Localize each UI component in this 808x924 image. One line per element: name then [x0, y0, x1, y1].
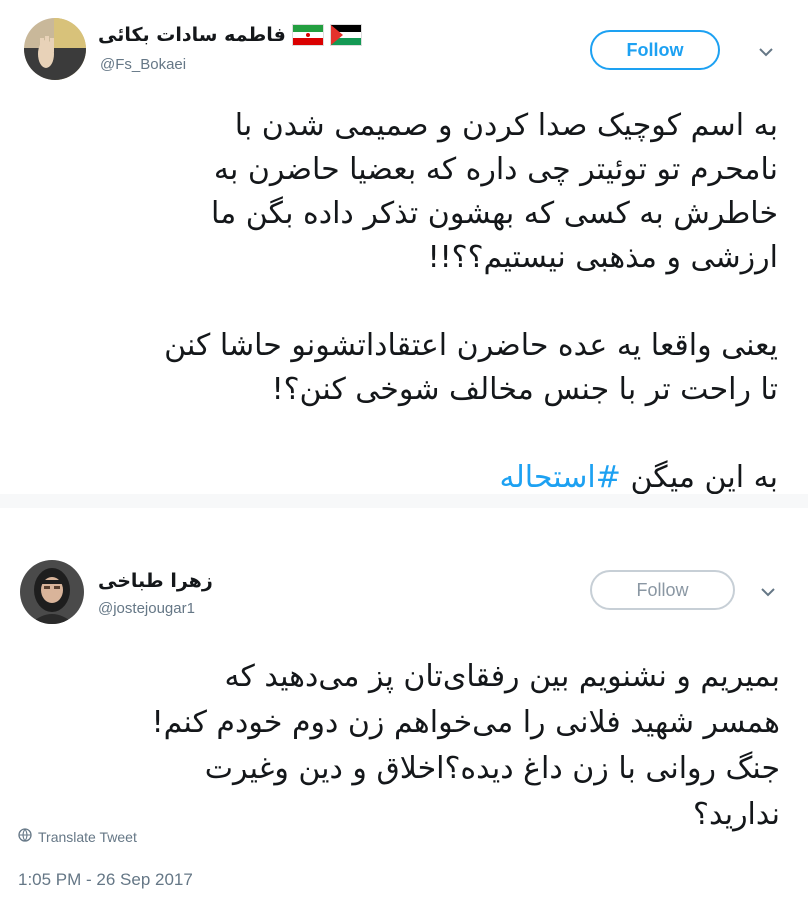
avatar[interactable]: [20, 560, 84, 624]
hashtag-link[interactable]: #استحاله: [500, 460, 621, 495]
tweet-card-1: فاطمه سادات بکائی @Fs_Bokaei Follow به ا…: [0, 0, 808, 496]
author-row: فاطمه سادات بکائی: [98, 24, 362, 46]
tweet-card-2: زهرا طباخی @jostejougar1 Follow بمیریم و…: [0, 508, 808, 924]
text-line: خاطرش به کسی که بهشون تذکر داده بگن ما: [210, 196, 778, 231]
text-line: جنگ روانی با زن داغ دیده؟اخلاق و دین وغی…: [204, 751, 780, 786]
tweet-timestamp[interactable]: 1:05 PM - 26 Sep 2017: [18, 870, 193, 890]
text-prefix: به این میگن: [620, 460, 778, 495]
text-line: نامحرم تو توئیتر چی داره که بعضیا حاضرن …: [213, 152, 778, 187]
author-name[interactable]: زهرا طباخی: [98, 570, 213, 592]
chevron-down-icon[interactable]: [756, 42, 776, 62]
author-name[interactable]: فاطمه سادات بکائی: [98, 24, 286, 46]
avatar[interactable]: [24, 18, 86, 80]
text-line: تا راحت تر با جنس مخالف شوخی کنن؟!: [271, 372, 778, 407]
palestine-flag-icon: [329, 24, 362, 46]
globe-icon: [18, 828, 32, 845]
tweet-text: بمیریم و نشنویم بین رفقای‌تان پز می‌دهید…: [10, 654, 780, 838]
author-handle[interactable]: @jostejougar1: [98, 600, 195, 617]
iran-flag-icon: [291, 24, 324, 46]
follow-button[interactable]: Follow: [590, 30, 720, 70]
translate-label: Translate Tweet: [38, 828, 137, 845]
chevron-down-icon[interactable]: [758, 582, 778, 602]
translate-tweet[interactable]: Translate Tweet: [18, 828, 137, 845]
tweet-text: به اسم کوچیک صدا کردن و صمیمی شدن با نام…: [18, 104, 778, 500]
author-row: زهرا طباخی: [98, 570, 213, 592]
text-line: همسر شهید فلانی را می‌خواهم زن دوم خودم …: [151, 705, 780, 740]
text-line: ارزشی و مذهبی نیستیم؟؟!!: [427, 240, 778, 275]
follow-button[interactable]: Follow: [590, 570, 735, 610]
text-line: به اسم کوچیک صدا کردن و صمیمی شدن با: [234, 108, 778, 143]
author-handle[interactable]: @Fs_Bokaei: [100, 56, 186, 73]
text-line: بمیریم و نشنویم بین رفقای‌تان پز می‌دهید…: [224, 659, 780, 694]
text-line: یعنی واقعا یه عده حاضرن اعتقاداتشونو حاش…: [164, 328, 778, 363]
divider: [0, 494, 808, 508]
